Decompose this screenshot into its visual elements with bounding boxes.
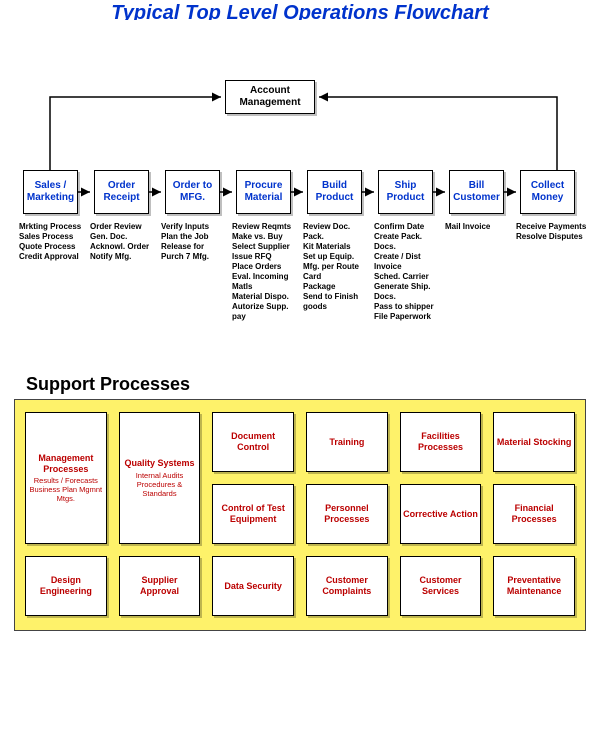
sup-management-processes: Management Processes Results / Forecasts… xyxy=(25,412,107,544)
sup-personnel: Personnel Processes xyxy=(306,484,388,544)
step-details-4: Review Doc. Pack.Kit MaterialsSet up Equ… xyxy=(303,222,366,312)
sup-label: Quality Systems xyxy=(124,458,194,469)
flow-lines xyxy=(0,20,600,370)
sup-financial: Financial Processes xyxy=(493,484,575,544)
step-details-6: Mail Invoice xyxy=(445,222,508,232)
sup-material-stocking: Material Stocking xyxy=(493,412,575,472)
sup-customer-services: Customer Services xyxy=(400,556,482,616)
step-detail-item: Generate Ship. Docs. xyxy=(374,282,437,302)
step-detail-item: Plan the Job xyxy=(161,232,224,242)
step-bill-customer: Bill Customer xyxy=(449,170,504,214)
step-detail-item: Gen. Doc. xyxy=(90,232,153,242)
step-detail-item: Material Dispo. xyxy=(232,292,295,302)
step-detail-item: Order Review xyxy=(90,222,153,232)
step-detail-item: Send to Finish goods xyxy=(303,292,366,312)
step-detail-item: Sales Process xyxy=(19,232,82,242)
step-detail-item: Quote Process xyxy=(19,242,82,252)
step-detail-item: Release for Purch 7 Mfg. xyxy=(161,242,224,262)
step-order-to-mfg: Order to MFG. xyxy=(165,170,220,214)
step-detail-item: Mfg. per Route Card xyxy=(303,262,366,282)
step-details-0: Mrkting ProcessSales ProcessQuote Proces… xyxy=(19,222,82,262)
step-detail-item: Create / Dist Invoice xyxy=(374,252,437,272)
sup-facilities: Facilities Processes xyxy=(400,412,482,472)
step-detail-item: Review Reqmts xyxy=(232,222,295,232)
sup-supplier-approval: Supplier Approval xyxy=(119,556,201,616)
step-sales-marketing: Sales / Marketing xyxy=(23,170,78,214)
account-management-box: Account Management xyxy=(225,80,315,114)
sup-sublabel: Results / Forecasts Business Plan Mgmnt … xyxy=(28,476,104,503)
step-detail-item: Sched. Carrier xyxy=(374,272,437,282)
support-processes-title: Support Processes xyxy=(0,370,600,399)
step-ship-product: Ship Product xyxy=(378,170,433,214)
step-detail-item: Notify Mfg. xyxy=(90,252,153,262)
step-detail-item: Resolve Disputes xyxy=(516,232,591,242)
sup-design-engineering: Design Engineering xyxy=(25,556,107,616)
page-title: Typical Top Level Operations Flowchart xyxy=(0,0,600,20)
step-detail-item: Mrkting Process xyxy=(19,222,82,232)
step-detail-item: Review Doc. Pack. xyxy=(303,222,366,242)
step-detail-item: Create Pack. Docs. xyxy=(374,232,437,252)
sup-data-security: Data Security xyxy=(212,556,294,616)
step-details-7: Receive PaymentsResolve Disputes xyxy=(516,222,591,242)
sup-training: Training xyxy=(306,412,388,472)
step-detail-item: Confirm Date xyxy=(374,222,437,232)
step-detail-item: Set up Equip. xyxy=(303,252,366,262)
step-detail-item: Mail Invoice xyxy=(445,222,508,232)
sup-document-control: Document Control xyxy=(212,412,294,472)
step-detail-item: Credit Approval xyxy=(19,252,82,262)
step-detail-item: Acknowl. Order xyxy=(90,242,153,252)
step-detail-item: File Paperwork xyxy=(374,312,437,322)
step-collect-money: Collect Money xyxy=(520,170,575,214)
sup-customer-complaints: Customer Complaints xyxy=(306,556,388,616)
step-detail-item: Package xyxy=(303,282,366,292)
step-detail-item: Receive Payments xyxy=(516,222,591,232)
sup-quality-systems: Quality Systems Internal Audits Procedur… xyxy=(119,412,201,544)
step-detail-item: Autorize Supp. pay xyxy=(232,302,295,322)
step-detail-item: Place Orders xyxy=(232,262,295,272)
support-processes-area: Management Processes Results / Forecasts… xyxy=(14,399,586,631)
sup-label: Management Processes xyxy=(28,453,104,475)
step-details-5: Confirm DateCreate Pack. Docs.Create / D… xyxy=(374,222,437,322)
step-detail-item: Issue RFQ xyxy=(232,252,295,262)
flowchart-area: Account Management Sales / Marketing Ord… xyxy=(0,20,600,370)
step-details-2: Verify InputsPlan the JobRelease for Pur… xyxy=(161,222,224,262)
step-build-product: Build Product xyxy=(307,170,362,214)
step-details-1: Order ReviewGen. Doc.Acknowl. OrderNotif… xyxy=(90,222,153,262)
step-detail-item: Make vs. Buy xyxy=(232,232,295,242)
step-details-3: Review ReqmtsMake vs. BuySelect Supplier… xyxy=(232,222,295,322)
step-detail-item: Pass to shipper xyxy=(374,302,437,312)
step-detail-item: Eval. Incoming Matls xyxy=(232,272,295,292)
step-detail-item: Verify Inputs xyxy=(161,222,224,232)
sup-preventative-maint: Preventative Maintenance xyxy=(493,556,575,616)
sup-corrective-action: Corrective Action xyxy=(400,484,482,544)
step-procure-material: Procure Material xyxy=(236,170,291,214)
sup-sublabel: Internal Audits Procedures & Standards xyxy=(122,471,198,498)
step-detail-item: Kit Materials xyxy=(303,242,366,252)
sup-control-test-equip: Control of Test Equipment xyxy=(212,484,294,544)
step-order-receipt: Order Receipt xyxy=(94,170,149,214)
step-detail-item: Select Supplier xyxy=(232,242,295,252)
